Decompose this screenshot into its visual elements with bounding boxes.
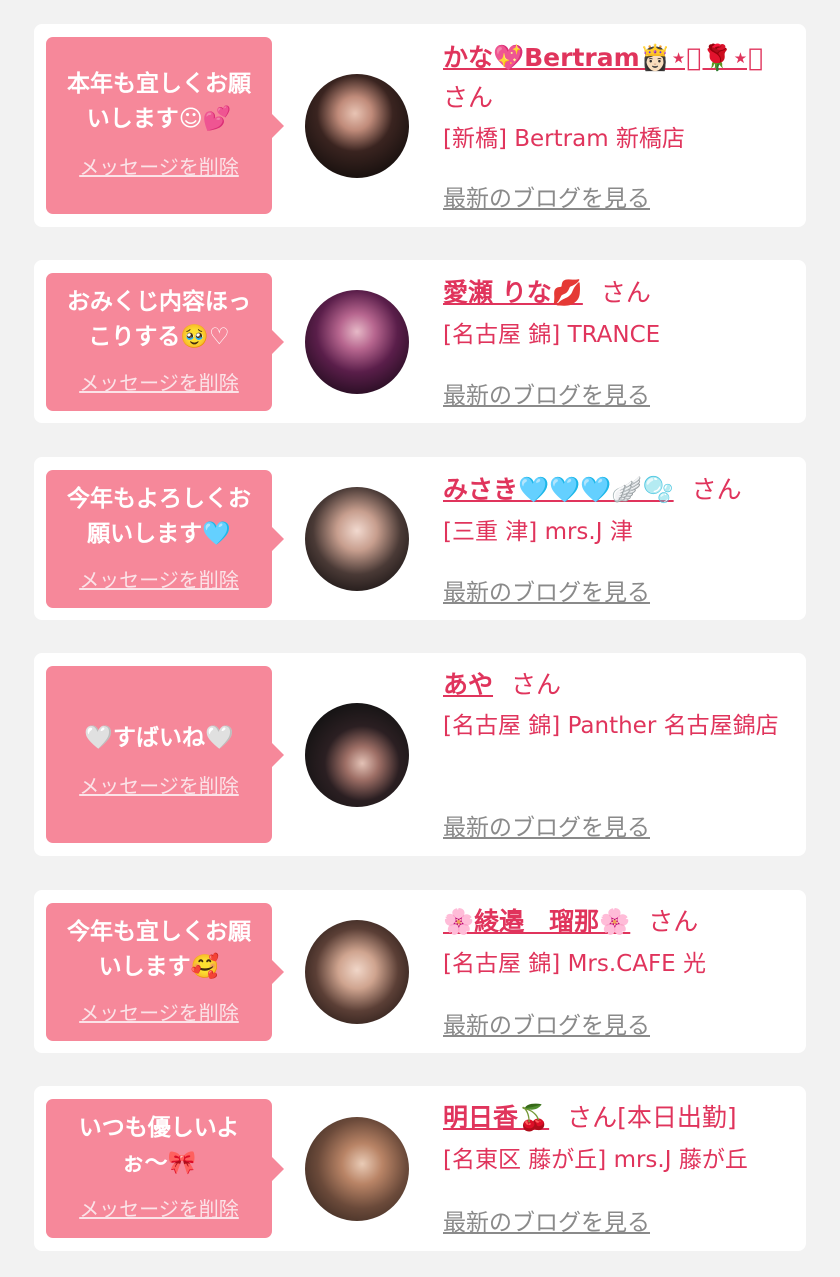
honorific: さん	[648, 907, 699, 936]
honorific: さん	[600, 278, 651, 307]
shop-name: [新橋] Bertram 新橋店	[443, 126, 685, 152]
message-text: 今年も宜しくお願 いします🥰	[67, 919, 251, 980]
message-text: 今年もよろしくお 願いします🩵	[67, 486, 251, 547]
list-item: いつも優しいよ ぉ〜🎀 メッセージを削除 明日香🍒 さん[本日出勤] [名東区 藤…	[34, 1086, 806, 1251]
name-line: みさき🩵🩵🩵🪽🫧 さん	[443, 470, 798, 510]
message-bubble: 今年も宜しくお願 いします🥰 メッセージを削除	[46, 903, 284, 1041]
cast-name-link[interactable]: 明日香🍒	[443, 1103, 549, 1132]
latest-blog-link[interactable]: 最新のブログを見る	[443, 376, 650, 410]
name-line: かな💖Bertram👸🏻⋆͛🌹⋆͛	[443, 38, 798, 78]
name-line: 🌸綾邉 瑠那🌸 さん	[443, 902, 798, 942]
cast-name-link[interactable]: みさき🩵🩵🩵🪽🫧	[443, 475, 674, 504]
list-item: おみくじ内容ほっ こりする🥹♡ メッセージを削除 愛瀬 りな💋 さん [名古屋 錦…	[34, 260, 806, 423]
message-bubble: 今年もよろしくお 願いします🩵 メッセージを削除	[46, 470, 284, 608]
list-item: 今年も宜しくお願 いします🥰 メッセージを削除 🌸綾邉 瑠那🌸 さん [名古屋 錦…	[34, 890, 806, 1053]
honorific: さん	[511, 670, 562, 699]
message-bubble: 本年も宜しくお願 いします☺💕 メッセージを削除	[46, 37, 284, 214]
cast-info: 🌸綾邉 瑠那🌸 さん [名古屋 錦] Mrs.CAFE 光	[443, 902, 798, 983]
list-item: 今年もよろしくお 願いします🩵 メッセージを削除 みさき🩵🩵🩵🪽🫧 さん [三重 …	[34, 457, 806, 620]
shop-name: [名古屋 錦] Panther 名古屋錦店	[443, 713, 779, 739]
latest-blog-link[interactable]: 最新のブログを見る	[443, 1203, 650, 1237]
message-bubble: 🤍すばいね🤍 メッセージを削除	[46, 666, 284, 843]
avatar[interactable]	[305, 290, 409, 394]
cast-info: かな💖Bertram👸🏻⋆͛🌹⋆͛ さん [新橋] Bertram 新橋店	[443, 38, 798, 158]
honorific: さん	[691, 475, 742, 504]
latest-blog-link[interactable]: 最新のブログを見る	[443, 179, 650, 213]
shop-name: [名東区 藤が丘] mrs.J 藤が丘	[443, 1147, 748, 1173]
cast-name-link[interactable]: 愛瀬 りな💋	[443, 278, 583, 307]
latest-blog-link[interactable]: 最新のブログを見る	[443, 573, 650, 607]
honorific: さん	[567, 1103, 618, 1132]
honorific: さん	[443, 83, 494, 112]
cast-info: 明日香🍒 さん[本日出勤] [名東区 藤が丘] mrs.J 藤が丘	[443, 1098, 798, 1179]
shop-name: [名古屋 錦] TRANCE	[443, 322, 661, 348]
avatar[interactable]	[305, 920, 409, 1024]
cast-info: あや さん [名古屋 錦] Panther 名古屋錦店	[443, 665, 798, 745]
cast-name-link[interactable]: あや	[443, 670, 493, 699]
delete-message-link[interactable]: メッセージを削除	[79, 564, 239, 593]
avatar[interactable]	[305, 703, 409, 807]
message-bubble: おみくじ内容ほっ こりする🥹♡ メッセージを削除	[46, 273, 284, 411]
name-line: 愛瀬 りな💋 さん	[443, 273, 798, 313]
message-text: いつも優しいよ ぉ〜🎀	[78, 1115, 240, 1176]
list-item: 本年も宜しくお願 いします☺💕 メッセージを削除 かな💖Bertram👸🏻⋆͛🌹…	[34, 24, 806, 227]
attendance-status: [本日出勤]	[617, 1103, 737, 1132]
avatar[interactable]	[305, 1117, 409, 1221]
message-bubble: いつも優しいよ ぉ〜🎀 メッセージを削除	[46, 1099, 284, 1238]
cast-name-link[interactable]: 🌸綾邉 瑠那🌸	[443, 907, 630, 936]
message-text: 🤍すばいね🤍	[84, 725, 234, 751]
delete-message-link[interactable]: メッセージを削除	[79, 770, 239, 799]
shop-name: [名古屋 錦] Mrs.CAFE 光	[443, 951, 707, 977]
list-item: 🤍すばいね🤍 メッセージを削除 あや さん [名古屋 錦] Panther 名古屋…	[34, 653, 806, 856]
delete-message-link[interactable]: メッセージを削除	[79, 997, 239, 1026]
delete-message-link[interactable]: メッセージを削除	[79, 367, 239, 396]
message-text: おみくじ内容ほっ こりする🥹♡	[67, 289, 251, 350]
message-list: 本年も宜しくお願 いします☺💕 メッセージを削除 かな💖Bertram👸🏻⋆͛🌹…	[0, 0, 840, 1277]
latest-blog-link[interactable]: 最新のブログを見る	[443, 808, 650, 842]
name-line: 明日香🍒 さん[本日出勤]	[443, 1098, 798, 1138]
delete-message-link[interactable]: メッセージを削除	[79, 1193, 239, 1222]
shop-name: [三重 津] mrs.J 津	[443, 519, 633, 545]
avatar[interactable]	[305, 487, 409, 591]
message-text: 本年も宜しくお願 いします☺💕	[67, 71, 251, 132]
cast-name-link[interactable]: かな💖Bertram👸🏻⋆͛🌹⋆͛	[443, 43, 763, 72]
delete-message-link[interactable]: メッセージを削除	[79, 151, 239, 180]
cast-info: みさき🩵🩵🩵🪽🫧 さん [三重 津] mrs.J 津	[443, 470, 798, 551]
avatar[interactable]	[305, 74, 409, 178]
latest-blog-link[interactable]: 最新のブログを見る	[443, 1006, 650, 1040]
name-line: あや さん	[443, 665, 798, 705]
cast-info: 愛瀬 りな💋 さん [名古屋 錦] TRANCE	[443, 273, 798, 354]
